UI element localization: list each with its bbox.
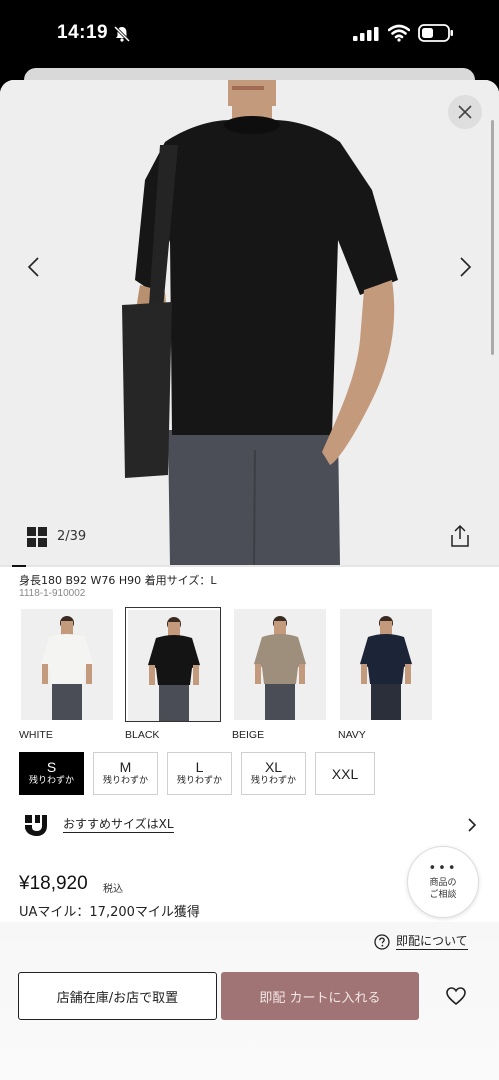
color-swatch-navy[interactable]	[338, 607, 434, 722]
battery-icon	[418, 24, 453, 42]
color-swatch-white[interactable]	[19, 607, 115, 722]
size-stock-status: 残りわずか	[102, 776, 148, 786]
product-sheet: 2/39 身長180 B92 W76 H90 着用サイズ：L 1118-1-91…	[0, 80, 499, 1080]
product-main-image	[0, 80, 499, 565]
recommend-size-text: おすすめサイズはXL	[63, 817, 174, 833]
close-button[interactable]	[448, 95, 482, 129]
size-name: L	[195, 759, 204, 775]
gallery-scroll-indicator	[491, 120, 494, 355]
status-bar: 14:19	[0, 0, 499, 68]
size-name: S	[46, 759, 57, 775]
product-code: 1118-1-910002	[19, 588, 86, 599]
size-button-l[interactable]: L 残りわずか	[167, 752, 232, 795]
gallery-progress-fill	[12, 565, 26, 567]
previous-image-button[interactable]	[18, 252, 48, 282]
size-button-xxl[interactable]: XXL	[315, 752, 375, 795]
color-thumbnail	[21, 609, 113, 720]
model-thumbnail-image	[128, 610, 220, 721]
tax-label: 税込	[103, 884, 123, 895]
status-time: 14:19	[57, 22, 109, 43]
color-thumbnail	[234, 609, 326, 720]
delivery-help-text: 即配について	[396, 934, 468, 950]
image-counter: 2/39	[57, 529, 87, 544]
color-thumbnail	[340, 609, 432, 720]
chevron-left-icon	[27, 257, 39, 277]
question-circle-icon	[374, 934, 390, 950]
color-label-navy: NAVY	[338, 729, 366, 741]
size-stock-status: 残りわずか	[176, 776, 222, 786]
color-swatch-beige[interactable]	[232, 607, 328, 722]
close-icon	[458, 105, 472, 119]
size-stock-status: 残りわずか	[28, 776, 74, 786]
model-thumbnail-image	[21, 609, 113, 720]
store-stock-button[interactable]: 店舗在庫/お店で取置	[18, 972, 217, 1020]
size-name: M	[119, 759, 132, 775]
add-to-cart-button[interactable]: 即配 カートに入れる	[221, 972, 419, 1020]
size-stock-status: 残りわずか	[250, 776, 296, 786]
next-image-button[interactable]	[451, 252, 481, 282]
model-thumbnail-image	[234, 609, 326, 720]
model-thumbnail-image	[340, 609, 432, 720]
bell-muted-icon	[113, 25, 131, 43]
wifi-icon	[388, 24, 410, 42]
product-image-gallery[interactable]: 2/39	[0, 80, 499, 565]
price: ¥18,920	[19, 873, 88, 894]
size-recommend-logo-icon	[25, 815, 47, 836]
more-dots-icon: •••	[428, 860, 458, 876]
ua-miles: UAマイル：17,200マイル獲得	[19, 905, 200, 920]
chevron-right-icon	[460, 257, 472, 277]
size-name: XXL	[331, 765, 359, 782]
signal-icon	[353, 27, 379, 41]
size-recommendation-link[interactable]: おすすめサイズはXL	[0, 810, 499, 840]
consult-button[interactable]: ••• 商品の ご相談	[407, 846, 479, 918]
color-label-beige: BEIGE	[232, 729, 265, 741]
color-label-black: BLACK	[125, 729, 160, 741]
grid-view-icon[interactable]	[27, 527, 47, 547]
color-label-white: WHITE	[19, 729, 53, 741]
consult-label: 商品の ご相談	[429, 877, 457, 900]
model-info: 身長180 B92 W76 H90 着用サイズ：L	[19, 574, 217, 587]
size-button-m[interactable]: M 残りわずか	[93, 752, 158, 795]
color-swatch-black[interactable]	[125, 607, 221, 722]
size-name: XL	[264, 759, 283, 775]
size-button-xl[interactable]: XL 残りわずか	[241, 752, 306, 795]
heart-icon[interactable]	[444, 984, 468, 1008]
gallery-progress	[0, 565, 499, 567]
size-button-s[interactable]: S 残りわずか	[19, 752, 84, 795]
chevron-right-icon	[468, 818, 477, 832]
share-icon[interactable]	[448, 524, 472, 548]
color-thumbnail	[128, 610, 220, 721]
